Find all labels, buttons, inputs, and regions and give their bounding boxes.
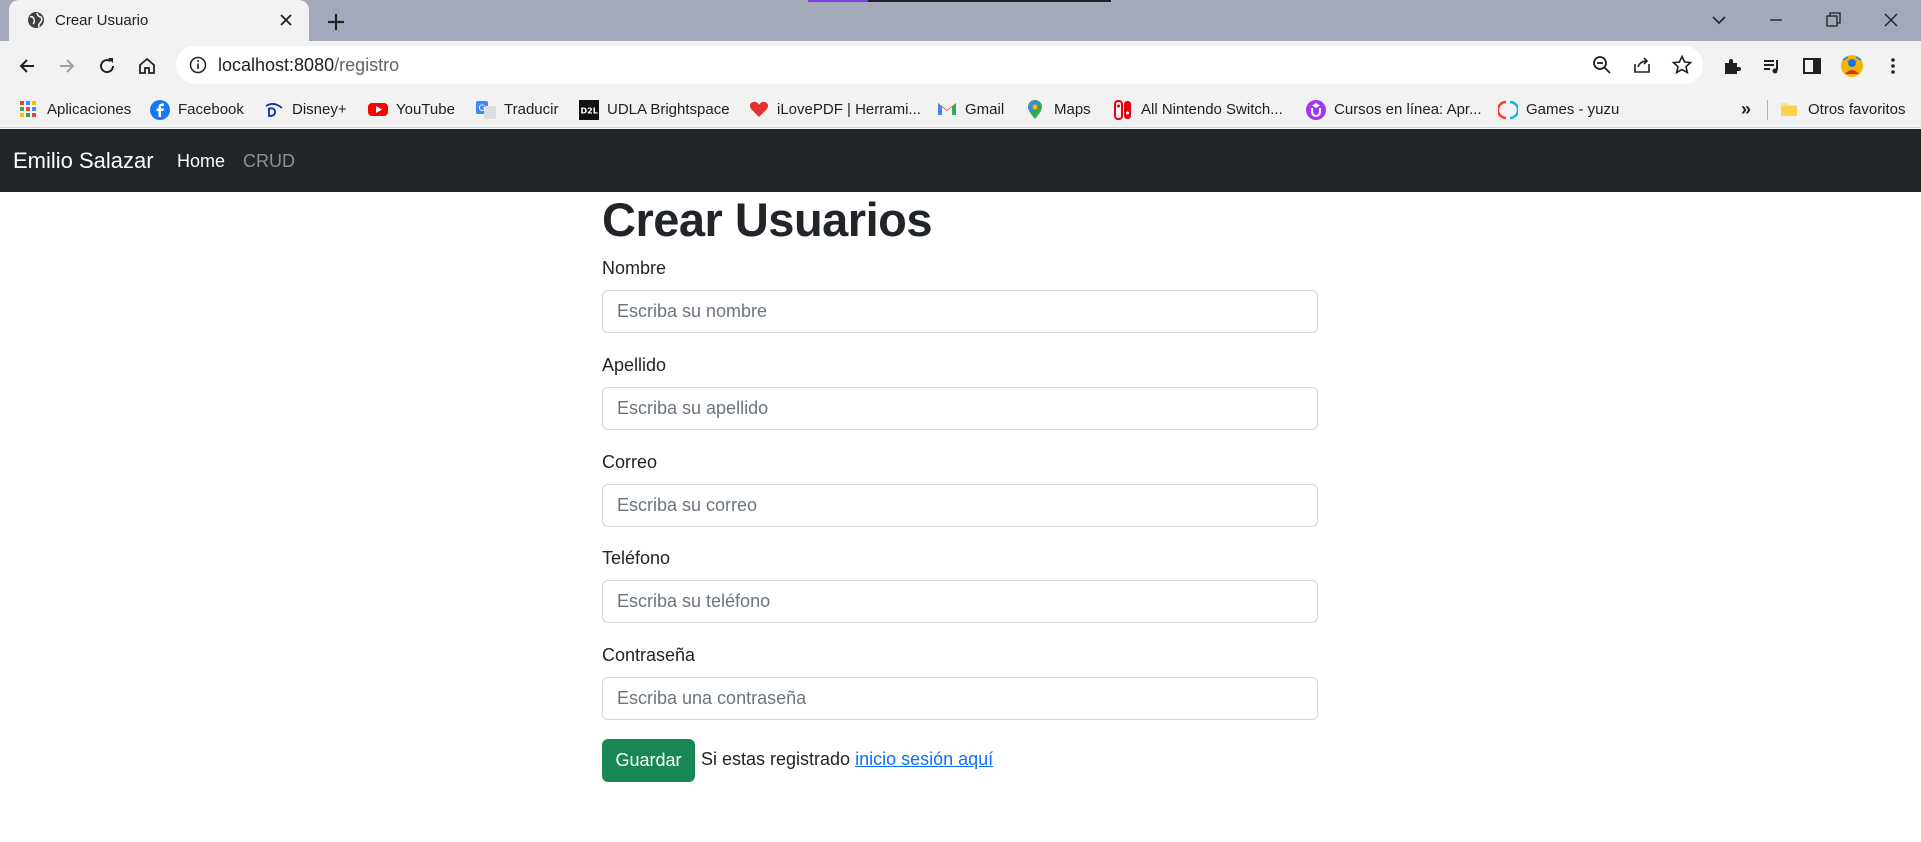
- svg-text:D2L: D2L: [581, 107, 598, 116]
- guardar-button[interactable]: Guardar: [602, 739, 695, 782]
- telefono-label: Teléfono: [602, 548, 671, 568]
- gmail-icon: [937, 100, 956, 118]
- bookmarks-divider: [1767, 100, 1768, 120]
- login-prompt-text: Si estas registrado: [701, 749, 851, 769]
- share-icon[interactable]: [1631, 54, 1653, 76]
- home-icon[interactable]: [131, 50, 163, 82]
- bookmark-gmail[interactable]: Gmail: [937, 99, 1004, 119]
- media-control-icon[interactable]: [1756, 50, 1788, 82]
- new-tab-icon[interactable]: [322, 8, 350, 36]
- site-info-icon[interactable]: [189, 56, 207, 74]
- navbar-brand[interactable]: Emilio Salazar: [13, 148, 154, 174]
- bookmark-games-yuzu[interactable]: Games - yuzu: [1496, 99, 1620, 120]
- bookmark-label: Maps: [1054, 100, 1091, 118]
- contrasena-input[interactable]: [602, 677, 1318, 720]
- field-correo: Correo: [602, 452, 1318, 527]
- bookmark-label: Disney+: [292, 100, 347, 118]
- globe-icon: [26, 10, 46, 30]
- zoom-icon[interactable]: [1591, 54, 1613, 76]
- forward-icon[interactable]: [51, 50, 83, 82]
- reload-icon[interactable]: [91, 50, 123, 82]
- contrasena-label: Contraseña: [602, 645, 696, 665]
- bookmark-ilovepdf[interactable]: iLovePDF | Herrami...: [749, 99, 921, 119]
- bookmark-label: Games - yuzu: [1526, 100, 1620, 118]
- field-nombre: Nombre: [602, 258, 1318, 333]
- nombre-label: Nombre: [602, 258, 667, 278]
- apellido-label: Apellido: [602, 355, 667, 375]
- translate-icon: G: [476, 100, 496, 119]
- app-navbar: Emilio Salazar Home CRUD: [0, 129, 1921, 192]
- close-tab-icon[interactable]: [275, 9, 297, 31]
- url-text: localhost:8080/registro: [218, 55, 399, 76]
- bookmark-label: iLovePDF | Herrami...: [777, 100, 921, 118]
- chevron-double-right-icon: »: [1741, 98, 1752, 119]
- bookmark-maps[interactable]: Maps: [1026, 99, 1091, 119]
- folder-icon: [1780, 100, 1798, 118]
- apellido-input[interactable]: [602, 387, 1318, 430]
- url-host: localhost:8080: [218, 55, 335, 75]
- browser-toolbar: localhost:8080/registro: [0, 41, 1921, 90]
- bookmark-label: All Nintendo Switch...: [1141, 100, 1283, 118]
- tab-strip-accent: [808, 0, 1111, 2]
- field-apellido: Apellido: [602, 355, 1318, 430]
- bookmark-nintendo-switch[interactable]: All Nintendo Switch...: [1113, 99, 1283, 120]
- profile-avatar[interactable]: [1836, 50, 1868, 82]
- nav-link-crud[interactable]: CRUD: [243, 151, 295, 172]
- bookmark-label: Gmail: [965, 100, 1005, 118]
- field-contrasena: Contraseña: [602, 645, 1318, 720]
- close-window-icon[interactable]: [1871, 4, 1911, 36]
- correo-input[interactable]: [602, 484, 1318, 527]
- extensions-icon[interactable]: [1716, 50, 1748, 82]
- bookmark-label: Cursos en línea: Apr...: [1334, 100, 1482, 118]
- bookmark-label: Traducir: [504, 100, 559, 118]
- udemy-icon: [1306, 100, 1326, 120]
- bookmark-label: YouTube: [396, 100, 455, 118]
- bookmark-aplicaciones[interactable]: Aplicaciones: [19, 99, 131, 119]
- field-telefono: Teléfono: [602, 548, 1318, 623]
- d2l-icon: D2L: [579, 100, 599, 120]
- bookmark-udla-brightspace[interactable]: D2L UDLA Brightspace: [579, 99, 730, 120]
- login-link[interactable]: inicio sesión aquí: [855, 749, 993, 769]
- bookmark-youtube[interactable]: YouTube: [368, 99, 455, 119]
- bookmark-facebook[interactable]: Facebook: [150, 99, 244, 120]
- maps-icon: [1026, 100, 1044, 119]
- back-icon[interactable]: [11, 50, 43, 82]
- menu-kebab-icon[interactable]: [1877, 50, 1909, 82]
- telefono-input[interactable]: [602, 580, 1318, 623]
- tab-search-icon[interactable]: [1699, 4, 1739, 36]
- apps-grid-icon: [19, 100, 37, 118]
- bookmark-otros-favoritos[interactable]: Otros favoritos: [1780, 99, 1906, 119]
- login-prompt: Si estas registrado inicio sesión aquí: [701, 749, 993, 770]
- url-path: /registro: [334, 55, 400, 75]
- bookmark-label: Facebook: [178, 100, 244, 118]
- bookmark-traducir[interactable]: G Traducir: [476, 99, 558, 119]
- ilovepdf-icon: [749, 100, 769, 118]
- page-title: Crear Usuarios: [602, 193, 933, 246]
- form-actions: Guardar Si estas registrado inicio sesió…: [602, 739, 1318, 782]
- nav-link-home[interactable]: Home: [177, 151, 225, 172]
- bookmark-disney[interactable]: Disney+: [264, 99, 347, 119]
- browser-tab-active[interactable]: Crear Usuario: [9, 0, 309, 41]
- side-panel-icon[interactable]: [1796, 50, 1828, 82]
- bookmark-cursos-en-linea[interactable]: Cursos en línea: Apr...: [1306, 99, 1482, 120]
- disney-icon: [264, 100, 283, 118]
- bookmark-star-icon[interactable]: [1671, 54, 1693, 76]
- bookmark-label: Otros favoritos: [1808, 100, 1906, 118]
- tab-title: Crear Usuario: [55, 12, 149, 29]
- browser-tab-strip: Crear Usuario: [0, 0, 1921, 41]
- youtube-icon: [368, 100, 388, 118]
- bookmarks-overflow-button[interactable]: »: [1741, 99, 1751, 119]
- bookmark-label: UDLA Brightspace: [607, 100, 730, 118]
- yuzu-icon: [1496, 100, 1520, 120]
- minimize-icon[interactable]: [1756, 4, 1796, 36]
- svg-text:G: G: [479, 104, 486, 114]
- bookmarks-bar: Aplicaciones Facebook Disney+ YouTube G …: [0, 90, 1921, 128]
- address-bar[interactable]: localhost:8080/registro: [176, 46, 1703, 84]
- nintendo-switch-icon: [1113, 100, 1131, 120]
- facebook-icon: [150, 100, 170, 120]
- nombre-input[interactable]: [602, 290, 1318, 333]
- bookmark-label: Aplicaciones: [47, 100, 132, 118]
- correo-label: Correo: [602, 452, 658, 472]
- restore-icon[interactable]: [1813, 4, 1853, 36]
